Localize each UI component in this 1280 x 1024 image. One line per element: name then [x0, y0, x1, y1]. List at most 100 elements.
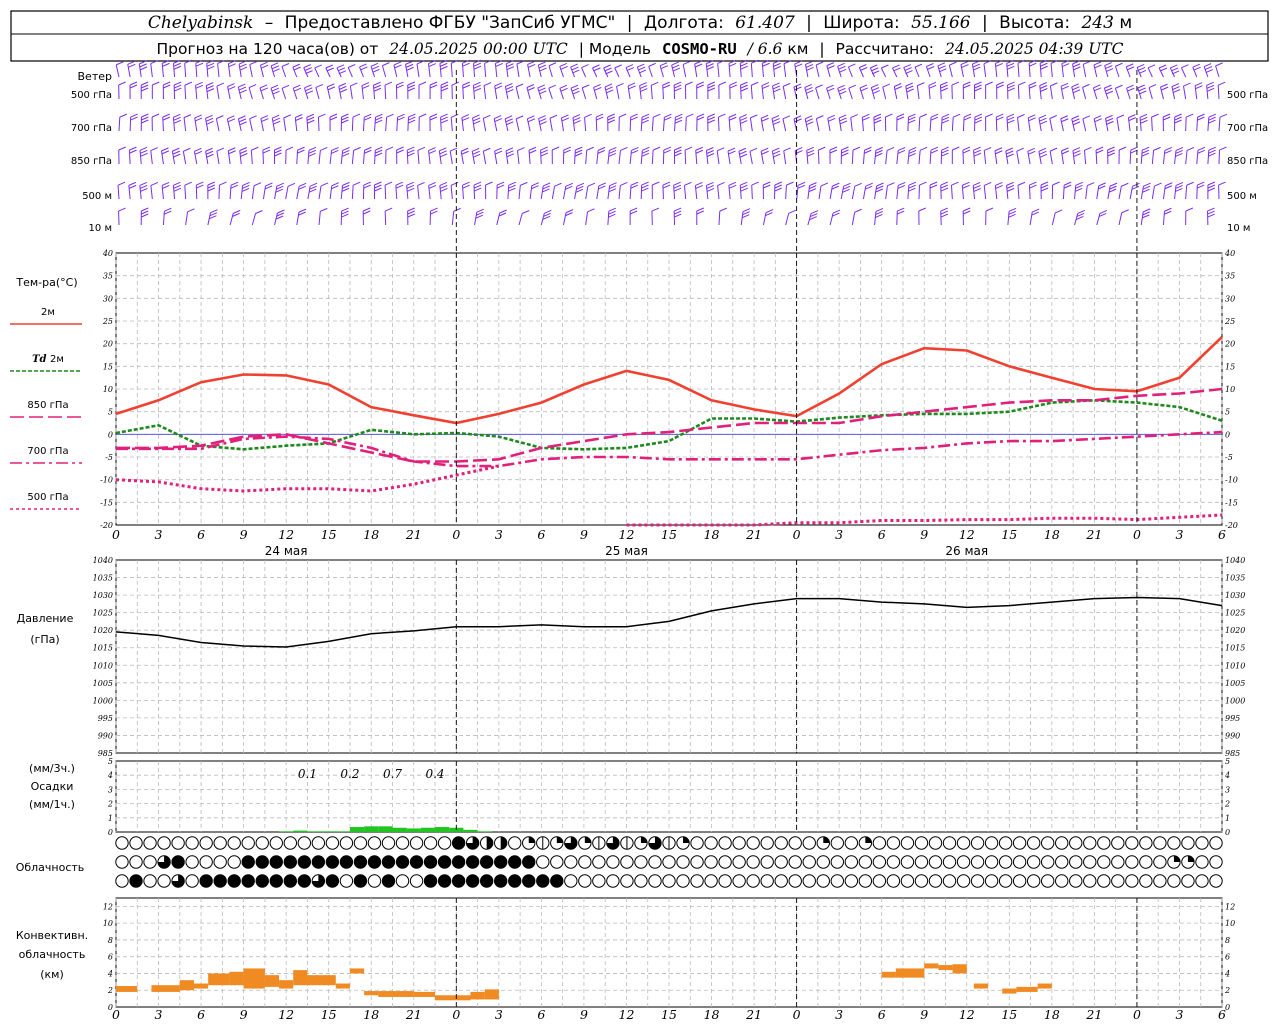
- wind-barb-feather: [407, 207, 415, 212]
- wind-barb: [796, 181, 806, 200]
- wind-barb-feather: [574, 149, 583, 154]
- wind-barb-feather: [973, 146, 981, 151]
- hour-tick-label: 21: [745, 1007, 762, 1022]
- wind-barb: [804, 115, 814, 132]
- wind-barb-feather: [719, 207, 727, 212]
- wind-barb: [251, 210, 263, 226]
- wind-barb-staff: [1095, 150, 1098, 165]
- cloud-symbol: [816, 874, 830, 888]
- wind-barb-feather: [1105, 68, 1114, 73]
- wind-barb: [651, 207, 660, 226]
- wind-barb-feather: [428, 182, 436, 186]
- cloud-symbol: [704, 874, 718, 888]
- lat-value: 55.166: [911, 13, 971, 33]
- legend-label-text: 850 гПа: [27, 400, 68, 411]
- wind-barb-feather: [788, 209, 796, 214]
- wind-barb-feather: [374, 181, 382, 186]
- wind-barb-feather: [1126, 84, 1134, 89]
- wind-barb-staff: [607, 185, 611, 200]
- wind-barb: [572, 114, 581, 132]
- wind-barb: [1062, 181, 1072, 200]
- wind-barb: [739, 114, 748, 132]
- wind-barb-feather: [1040, 187, 1049, 192]
- cloud-circle: [998, 874, 1013, 888]
- cloud-symbol: [732, 836, 746, 850]
- wind-barb: [1207, 146, 1216, 165]
- cloud-circle: [662, 855, 676, 869]
- wind-barb: [548, 62, 557, 78]
- wind-barb-feather: [962, 207, 971, 212]
- wind-barb-feather: [608, 153, 616, 157]
- cloud-circle: [451, 836, 466, 850]
- wind-barb-feather: [871, 70, 880, 75]
- wind-barb-feather: [292, 63, 301, 68]
- wind-barb: [229, 181, 239, 200]
- wind-barb: [983, 182, 992, 200]
- wind-barb: [983, 60, 992, 78]
- wind-barb-feather: [361, 82, 370, 86]
- wind-barb: [1206, 81, 1215, 100]
- wind-barb: [807, 182, 817, 200]
- wind-barb-feather: [129, 81, 138, 86]
- wind-barb: [1050, 59, 1059, 78]
- wind-barb-feather: [1218, 181, 1226, 186]
- wind-barb-staff: [285, 186, 289, 200]
- pressure-tick-label: 1000: [1225, 696, 1245, 705]
- wind-barb: [559, 84, 568, 100]
- wind-barb-feather: [276, 212, 285, 217]
- wind-barb-staff: [1207, 117, 1210, 132]
- wind-barb-feather: [1140, 116, 1148, 121]
- wind-barb: [1095, 146, 1104, 165]
- wind-barb-staff: [362, 117, 365, 132]
- wind-barb: [273, 146, 282, 165]
- wind-barb-feather: [304, 84, 312, 89]
- cloud-circle: [1040, 855, 1055, 869]
- wind-barb-feather: [838, 87, 846, 92]
- wind-barb: [793, 115, 802, 132]
- temp-tick-label: 10: [1225, 385, 1235, 394]
- wind-barb-feather: [483, 82, 492, 87]
- cloud-circle: [143, 855, 157, 869]
- wind-barb: [262, 146, 271, 165]
- wind-barb-feather: [473, 81, 481, 86]
- cloud-circle: [1139, 836, 1153, 850]
- alt-label: Высота:: [999, 13, 1070, 33]
- cloud-circle: [956, 855, 971, 869]
- wind-barb-feather: [603, 64, 611, 69]
- wind-barb-feather: [1215, 62, 1223, 67]
- wind-barb-staff: [818, 185, 822, 200]
- wind-barb-feather: [540, 146, 548, 151]
- wind-level-500m: 500 м: [82, 191, 112, 202]
- wind-barb-feather: [696, 113, 705, 118]
- cloud-symbol: [1181, 874, 1195, 888]
- wind-barb-feather: [373, 81, 381, 86]
- wind-barb: [907, 146, 917, 165]
- wind-barb: [640, 146, 650, 165]
- cloud-symbol: [451, 874, 466, 888]
- wind-barb-feather: [298, 182, 307, 187]
- wind-barb-staff: [1140, 211, 1144, 226]
- wind-barb-feather: [804, 115, 813, 120]
- wind-barb-feather: [1105, 65, 1113, 70]
- convective-panel: Конвективн. облачность (км) 12 1210 108 86 6…: [16, 897, 1235, 1022]
- wind-barb-feather: [239, 121, 247, 126]
- wind-barb-staff: [283, 117, 287, 132]
- wind-barb-feather: [852, 146, 861, 151]
- wind-barb-feather: [765, 209, 774, 213]
- cloud-circle: [942, 855, 957, 869]
- wind-barb-staff: [307, 186, 311, 200]
- wind-barb: [929, 181, 938, 200]
- wind-barb-staff: [329, 185, 333, 200]
- wind-barb: [738, 147, 748, 165]
- cloud-symbol: [1209, 855, 1223, 869]
- cloud-symbol: [788, 874, 802, 888]
- wind-barb-feather: [508, 187, 516, 192]
- cloud-symbol: [620, 874, 634, 888]
- wind-barb-feather: [651, 81, 659, 86]
- conv-tick-label: 4: [107, 969, 113, 978]
- wind-barb-feather: [527, 64, 536, 68]
- wind-barb-staff: [851, 212, 856, 226]
- wind-barb-feather: [1175, 185, 1183, 189]
- wind-barb-staff: [740, 85, 742, 100]
- wind-barb-feather: [139, 146, 148, 151]
